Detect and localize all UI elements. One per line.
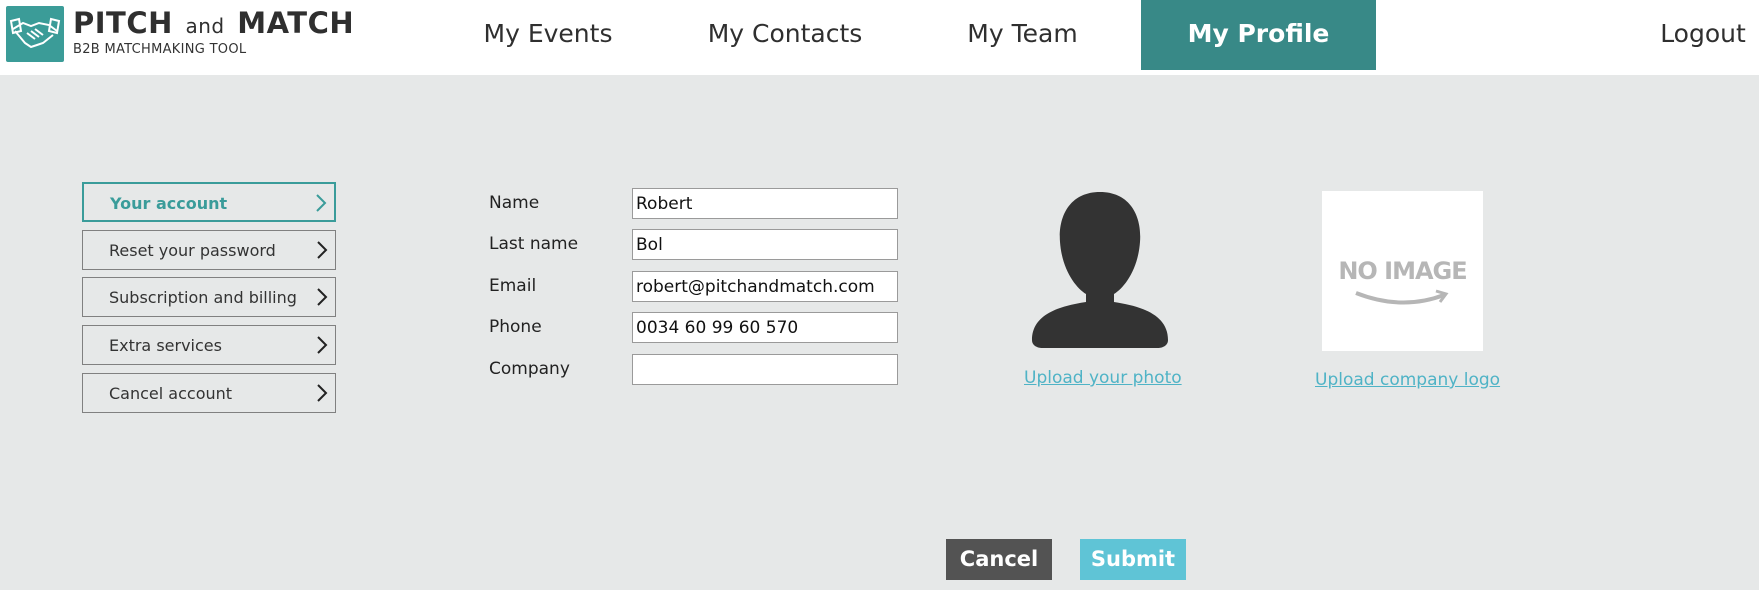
submit-button[interactable]: Submit (1080, 539, 1186, 580)
upload-company-logo-link[interactable]: Upload company logo (1315, 370, 1500, 390)
nav-my-team[interactable]: My Team (945, 0, 1100, 70)
side-item-label: Reset your password (109, 241, 276, 260)
user-avatar-icon (1032, 192, 1168, 348)
side-item-label: Extra services (109, 336, 222, 355)
side-item-label: Your account (110, 194, 228, 213)
brand-name: PITCH and MATCH (73, 6, 354, 43)
side-item-cancel-account[interactable]: Cancel account (82, 373, 336, 413)
name-field[interactable] (632, 188, 898, 219)
company-label: Company (489, 359, 570, 379)
name-label: Name (489, 193, 540, 213)
chevron-right-icon (317, 336, 328, 354)
email-label: Email (489, 276, 537, 296)
side-item-your-account[interactable]: Your account (82, 182, 336, 222)
side-item-label: Cancel account (109, 384, 233, 403)
phone-field[interactable] (632, 312, 898, 343)
smile-arrow-icon (1355, 289, 1449, 305)
upload-photo-link[interactable]: Upload your photo (1024, 368, 1182, 388)
email-field[interactable] (632, 271, 898, 302)
logout-link[interactable]: Logout (1655, 0, 1751, 70)
side-item-subscription-billing[interactable]: Subscription and billing (82, 277, 336, 317)
top-header: PITCH and MATCH B2B MATCHMAKING TOOL My … (0, 0, 1759, 75)
nav-my-contacts[interactable]: My Contacts (700, 0, 870, 70)
chevron-right-icon (317, 288, 328, 306)
side-item-label: Subscription and billing (109, 288, 297, 307)
chevron-right-icon (316, 194, 327, 212)
brand-name-and: and (185, 14, 225, 38)
brand-tagline: B2B MATCHMAKING TOOL (73, 42, 247, 57)
side-item-reset-password[interactable]: Reset your password (82, 230, 336, 270)
brand-name-part2: MATCH (237, 6, 355, 40)
cancel-button[interactable]: Cancel (946, 539, 1052, 580)
company-logo-placeholder: NO IMAGE (1322, 191, 1483, 351)
last-name-field[interactable] (632, 229, 898, 260)
nav-my-events[interactable]: My Events (468, 0, 628, 70)
last-name-label: Last name (489, 234, 579, 254)
side-item-extra-services[interactable]: Extra services (82, 325, 336, 365)
no-image-text: NO IMAGE (1338, 257, 1467, 285)
brand-name-part1: PITCH (73, 6, 173, 40)
nav-my-profile[interactable]: My Profile (1141, 0, 1376, 70)
handshake-logo-icon (6, 6, 64, 62)
company-field[interactable] (632, 354, 898, 385)
chevron-right-icon (317, 241, 328, 259)
chevron-right-icon (317, 384, 328, 402)
phone-label: Phone (489, 317, 542, 337)
